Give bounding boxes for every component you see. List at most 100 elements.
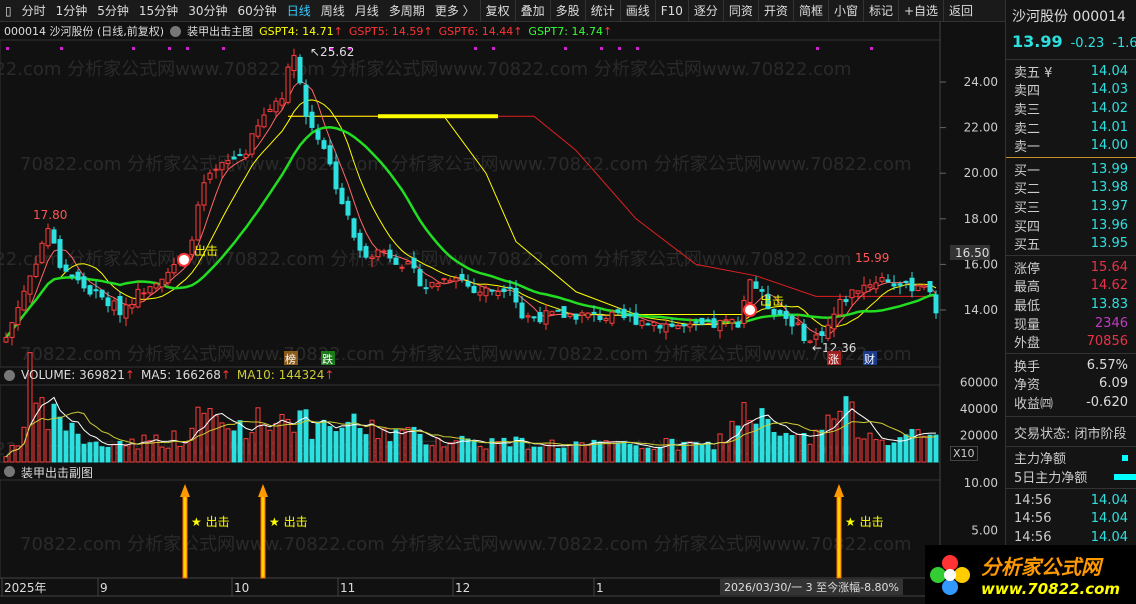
quote-panel: 沙河股份 000014 13.99 -0.23 -1.6 卖五 ¥ 14.04 卖四… [1005, 0, 1136, 604]
volume-bar [735, 425, 741, 463]
main-net-label: 主力净额 [1014, 452, 1067, 468]
signal-dot [132, 47, 135, 50]
volume-bar [147, 440, 153, 463]
volume-bar [321, 419, 327, 463]
candle [57, 239, 63, 268]
candle [123, 304, 129, 319]
volume-bar [825, 414, 831, 463]
row-label: 卖四 [1014, 84, 1041, 100]
volume-bar [441, 446, 447, 463]
candle [435, 283, 441, 287]
volume-bar [195, 406, 201, 463]
watermark-text: 70822.com 分析家公式网www.70822.com 分析家公式网www.… [20, 534, 912, 555]
row-label: 买五 [1014, 238, 1041, 254]
time-axis-label: 9 [100, 581, 108, 595]
volume-bar [171, 430, 177, 463]
pane-border [0, 39, 941, 368]
signal-dot [60, 47, 63, 50]
volume-bar [81, 443, 87, 463]
collapse-icon[interactable] [4, 466, 15, 477]
price-change-pct: -1.6 [1112, 36, 1136, 51]
row-label: 卖三 [1014, 102, 1041, 118]
candle [111, 300, 117, 311]
volume-axis-label: 40000 [960, 402, 998, 416]
signal-dot [222, 47, 225, 50]
volume-bar [243, 438, 249, 463]
volume-bar [507, 446, 513, 463]
status-readout: 2026/03/30/一 3 至今涨幅-8.80% [720, 579, 904, 595]
candle [513, 287, 519, 303]
quote-row: 卖四 14.03 [1006, 81, 1136, 100]
volume-bar [297, 410, 303, 463]
row-value: 6.09 [1099, 376, 1128, 392]
candle [3, 336, 9, 343]
candle [867, 284, 873, 288]
volume-bar [387, 441, 393, 463]
candle [297, 56, 303, 84]
row-label: 最高 [1014, 280, 1041, 296]
candle [375, 249, 381, 258]
volume-bar [873, 439, 879, 463]
row-label: 买二 [1014, 182, 1041, 198]
volume-bar [741, 402, 747, 463]
price-axis-label: 22.00 [964, 121, 998, 135]
candle [933, 294, 939, 314]
collapse-icon[interactable] [4, 370, 15, 381]
kline-chart[interactable]: 70822.com 分析家公式网www.70822.com 分析家公式网www.… [0, 0, 1005, 604]
volume-bar [393, 429, 399, 463]
sub-axis-label: 5.00 [971, 524, 998, 538]
candle [483, 287, 489, 297]
quote-row: 涨停 15.64 [1006, 258, 1136, 277]
volume-bar [777, 435, 783, 463]
quote-row: 卖三 14.02 [1006, 99, 1136, 118]
sub-chart-header: 装甲出击副图 [4, 464, 93, 481]
tick-price: 14.04 [1090, 529, 1128, 545]
volume-bar [885, 445, 891, 463]
candle [369, 256, 375, 259]
volume-bar [153, 434, 159, 463]
ma5-value: MA5: 166268 [140, 368, 221, 382]
signal-bar [260, 494, 266, 579]
volume-bar [93, 441, 99, 463]
pane-border [0, 479, 941, 579]
volume-bar [141, 434, 147, 463]
peak-label: 17.80 [33, 208, 67, 222]
candle [87, 285, 93, 295]
logo-text: 分析家公式网 [981, 555, 1101, 579]
price-change: -0.23 [1070, 36, 1105, 51]
volume-bar [657, 446, 663, 463]
candle [465, 281, 471, 287]
candle [51, 229, 57, 244]
watermark-text: 70822.com 分析家公式网www.70822.com 分析家公式网www.… [20, 344, 912, 365]
signal-dot [636, 47, 639, 50]
volume-bar [45, 429, 51, 463]
candle [93, 289, 99, 292]
candle [339, 187, 345, 205]
volume-bar [453, 440, 459, 463]
candle [405, 260, 411, 265]
volume-bar [357, 428, 363, 463]
signal-bar [836, 494, 842, 579]
volume-value: VOLUME: 369821 [21, 368, 125, 382]
volume-bar [285, 418, 291, 463]
signal-dot [186, 47, 189, 50]
volume-bar [903, 434, 909, 463]
candle [273, 100, 279, 113]
candle [147, 286, 153, 294]
volume-bar [561, 447, 567, 463]
tick-row: 14:56 14.04 [1006, 528, 1136, 547]
candle [639, 320, 645, 326]
candle [681, 323, 687, 327]
volume-bar [699, 443, 705, 463]
candle [909, 277, 915, 292]
event-tag-text: 榜 [285, 352, 296, 366]
candle [321, 140, 327, 149]
row-label: 卖一 [1014, 140, 1041, 156]
candle [399, 266, 405, 269]
candle [39, 242, 45, 264]
volume-bar [783, 432, 789, 463]
candle [873, 282, 879, 290]
volume-bar [795, 433, 801, 463]
candle [309, 111, 315, 128]
sub-axis-label: 10.00 [964, 476, 998, 490]
